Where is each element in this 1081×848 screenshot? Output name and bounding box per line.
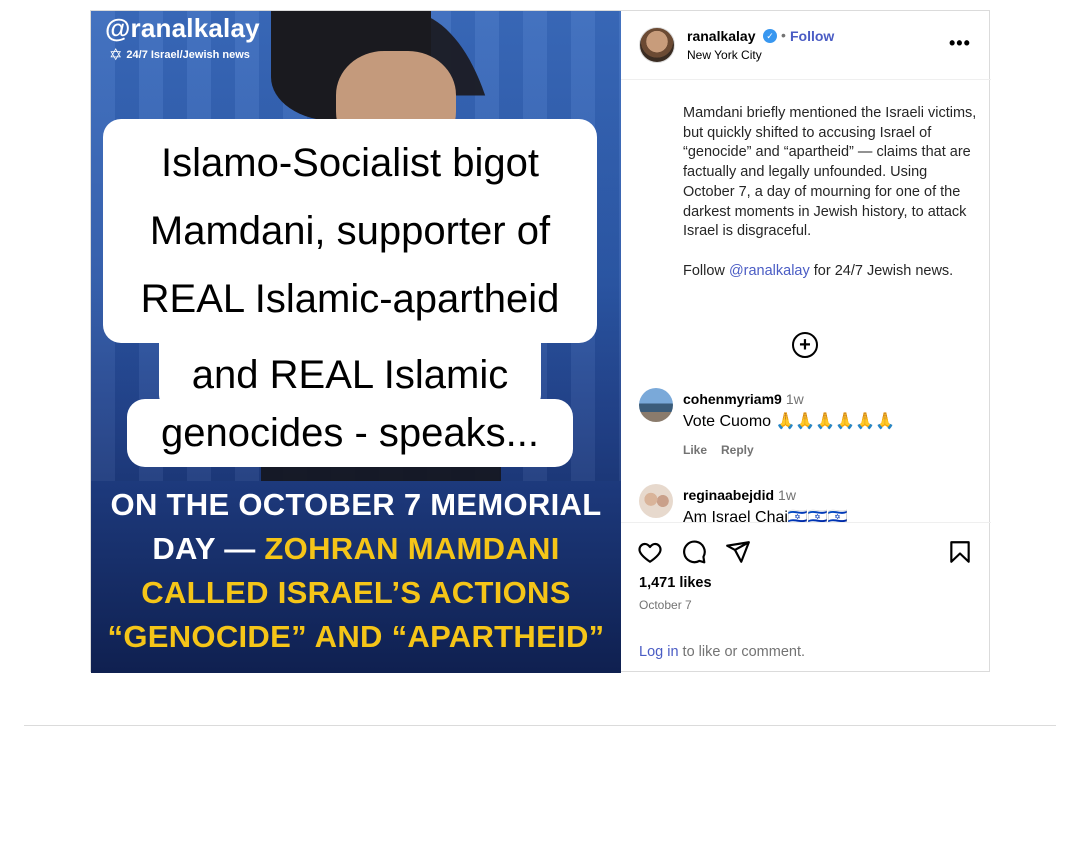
image-tagline: ✡ 24/7 Israel/Jewish news	[109, 45, 250, 65]
comment-time: 1w	[778, 487, 796, 503]
login-suffix: to like or comment.	[678, 644, 806, 660]
caption-follow-line: Follow @ranalkalay for 24/7 Jewish news.	[683, 262, 978, 282]
headline-line: CALLED ISRAEL’S ACTIONS	[141, 575, 571, 610]
bubble-line: Mamdani, supporter of	[149, 209, 551, 253]
instagram-post-embed: @ranalkalay ✡ 24/7 Israel/Jewish news Isl…	[90, 10, 991, 673]
comment-user: reginaabejdid 1w	[683, 487, 796, 503]
comment-time: 1w	[785, 391, 804, 407]
heart-icon[interactable]	[637, 539, 663, 570]
comment-text: Am Israel Chai🇮🇱🇮🇱🇮🇱	[683, 509, 848, 522]
comment-actions: Like Reply	[683, 443, 768, 457]
comment-username-link[interactable]: reginaabejdid	[683, 487, 774, 503]
bubble-line: REAL Islamic-apartheid	[140, 277, 560, 321]
post-actions: 1,471 likes October 7 Log in to like or …	[621, 522, 991, 673]
separator-dot: •	[781, 27, 786, 43]
caption-mention-link[interactable]: @ranalkalay	[729, 263, 810, 279]
comment-reply-button[interactable]: Reply	[721, 443, 754, 457]
more-options-icon[interactable]: •••	[949, 33, 971, 54]
page-divider	[24, 725, 1056, 726]
post-sidebar: ranalkalay ✓ • Follow New York City ••• …	[621, 11, 991, 673]
follow-button[interactable]: Follow	[790, 28, 834, 44]
comment-avatar[interactable]	[639, 388, 673, 422]
caption-follow-suffix: for 24/7 Jewish news.	[809, 262, 954, 279]
verified-badge-icon: ✓	[763, 29, 777, 43]
post-date[interactable]: October 7	[639, 598, 692, 612]
location-link[interactable]: New York City	[687, 48, 762, 62]
image-handle-text: @ranalkalay	[105, 13, 260, 43]
headline-yellow-part: ZOHRAN MAMDANI	[264, 531, 560, 566]
headline-white-part: DAY —	[152, 531, 265, 566]
headline-line: DAY — ZOHRAN MAMDANI	[91, 527, 621, 571]
image-tagline-text: 24/7 Israel/Jewish news	[126, 49, 250, 61]
avatar[interactable]	[639, 27, 675, 63]
post-header: ranalkalay ✓ • Follow New York City •••	[621, 11, 991, 80]
share-icon[interactable]	[725, 539, 751, 570]
headline-line: ON THE OCTOBER 7 MEMORIAL	[110, 487, 602, 522]
caption-follow-prefix: Follow	[683, 262, 729, 279]
login-prompt: Log in to like or comment.	[639, 644, 805, 660]
username-link[interactable]: ranalkalay	[687, 28, 756, 44]
post-caption: Mamdani briefly mentioned the Israeli vi…	[683, 104, 978, 301]
comment-user: cohenmyriam9 1w	[683, 391, 804, 407]
comment-text: Vote Cuomo 🙏🙏🙏🙏🙏🙏	[683, 413, 896, 430]
bubble-line: Islamo-Socialist bigot	[161, 141, 539, 185]
likes-count[interactable]: 1,471 likes	[639, 575, 712, 591]
comments-scroll-area[interactable]: Mamdani briefly mentioned the Israeli vi…	[621, 80, 991, 522]
bookmark-icon[interactable]	[947, 539, 973, 570]
text-bubble-bottom: genocides - speaks...	[127, 399, 573, 467]
headline-line: “GENOCIDE” AND “APARTHEID”	[107, 619, 605, 654]
star-of-david-icon: ✡	[109, 47, 123, 64]
post-image[interactable]: @ranalkalay ✡ 24/7 Israel/Jewish news Isl…	[91, 11, 621, 673]
plus-circle-icon[interactable]: +	[792, 332, 818, 358]
comment-avatar[interactable]	[639, 484, 673, 518]
comment-like-button[interactable]: Like	[683, 443, 707, 457]
login-link[interactable]: Log in	[639, 644, 679, 660]
comment-username-link[interactable]: cohenmyriam9	[683, 391, 782, 407]
comment-icon[interactable]	[681, 539, 707, 570]
caption-paragraph: Mamdani briefly mentioned the Israeli vi…	[683, 105, 977, 240]
image-headline: ON THE OCTOBER 7 MEMORIAL DAY — ZOHRAN M…	[91, 483, 621, 659]
text-bubble-top: Islamo-Socialist bigot Mamdani, supporte…	[103, 119, 597, 343]
